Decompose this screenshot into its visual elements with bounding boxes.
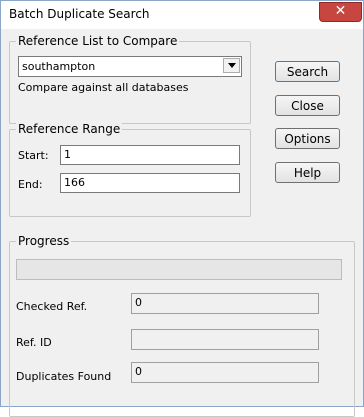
reference-list-dropdown[interactable]: southampton <box>18 56 242 77</box>
dialog-window: Batch Duplicate Search ✕ Reference List … <box>0 0 364 417</box>
progress-group: Progress Checked Ref. 0 Ref. ID Duplicat… <box>9 234 355 417</box>
reference-range-group: Reference Range Start: 1 End: 166 <box>9 122 251 217</box>
start-input[interactable]: 1 <box>60 145 240 165</box>
dialog-client-area: Reference List to Compare southampton Co… <box>9 29 355 417</box>
start-value: 1 <box>64 148 71 161</box>
checked-ref-value: 0 <box>135 296 142 309</box>
dropdown-arrow-button[interactable] <box>223 58 240 73</box>
window-title: Batch Duplicate Search <box>9 7 150 21</box>
progress-group-label: Progress <box>16 234 72 248</box>
close-window-button[interactable]: ✕ <box>319 2 362 22</box>
reference-list-group: Reference List to Compare southampton Co… <box>9 34 251 124</box>
checked-ref-field: 0 <box>131 293 319 314</box>
end-value: 166 <box>64 176 85 189</box>
end-label: End: <box>18 178 43 191</box>
options-button[interactable]: Options <box>275 128 340 149</box>
reference-list-selected: southampton <box>22 60 96 73</box>
duplicates-found-field: 0 <box>131 362 319 383</box>
reference-list-group-label: Reference List to Compare <box>16 34 180 48</box>
ref-id-label: Ref. ID <box>16 336 52 349</box>
ref-id-field <box>131 329 319 350</box>
close-button[interactable]: Close <box>275 95 340 116</box>
close-icon: ✕ <box>334 3 347 19</box>
checked-ref-label: Checked Ref. <box>16 300 88 313</box>
end-input[interactable]: 166 <box>60 173 240 193</box>
reference-range-group-label: Reference Range <box>16 122 123 136</box>
start-label: Start: <box>18 149 49 162</box>
duplicates-found-value: 0 <box>135 365 142 378</box>
search-button[interactable]: Search <box>275 61 340 82</box>
duplicates-found-label: Duplicates Found <box>16 370 112 383</box>
title-bar: Batch Duplicate Search ✕ <box>1 1 363 29</box>
progress-bar <box>16 259 342 280</box>
chevron-down-icon <box>228 63 236 68</box>
help-button[interactable]: Help <box>275 162 340 183</box>
compare-all-note: Compare against all databases <box>18 81 189 94</box>
